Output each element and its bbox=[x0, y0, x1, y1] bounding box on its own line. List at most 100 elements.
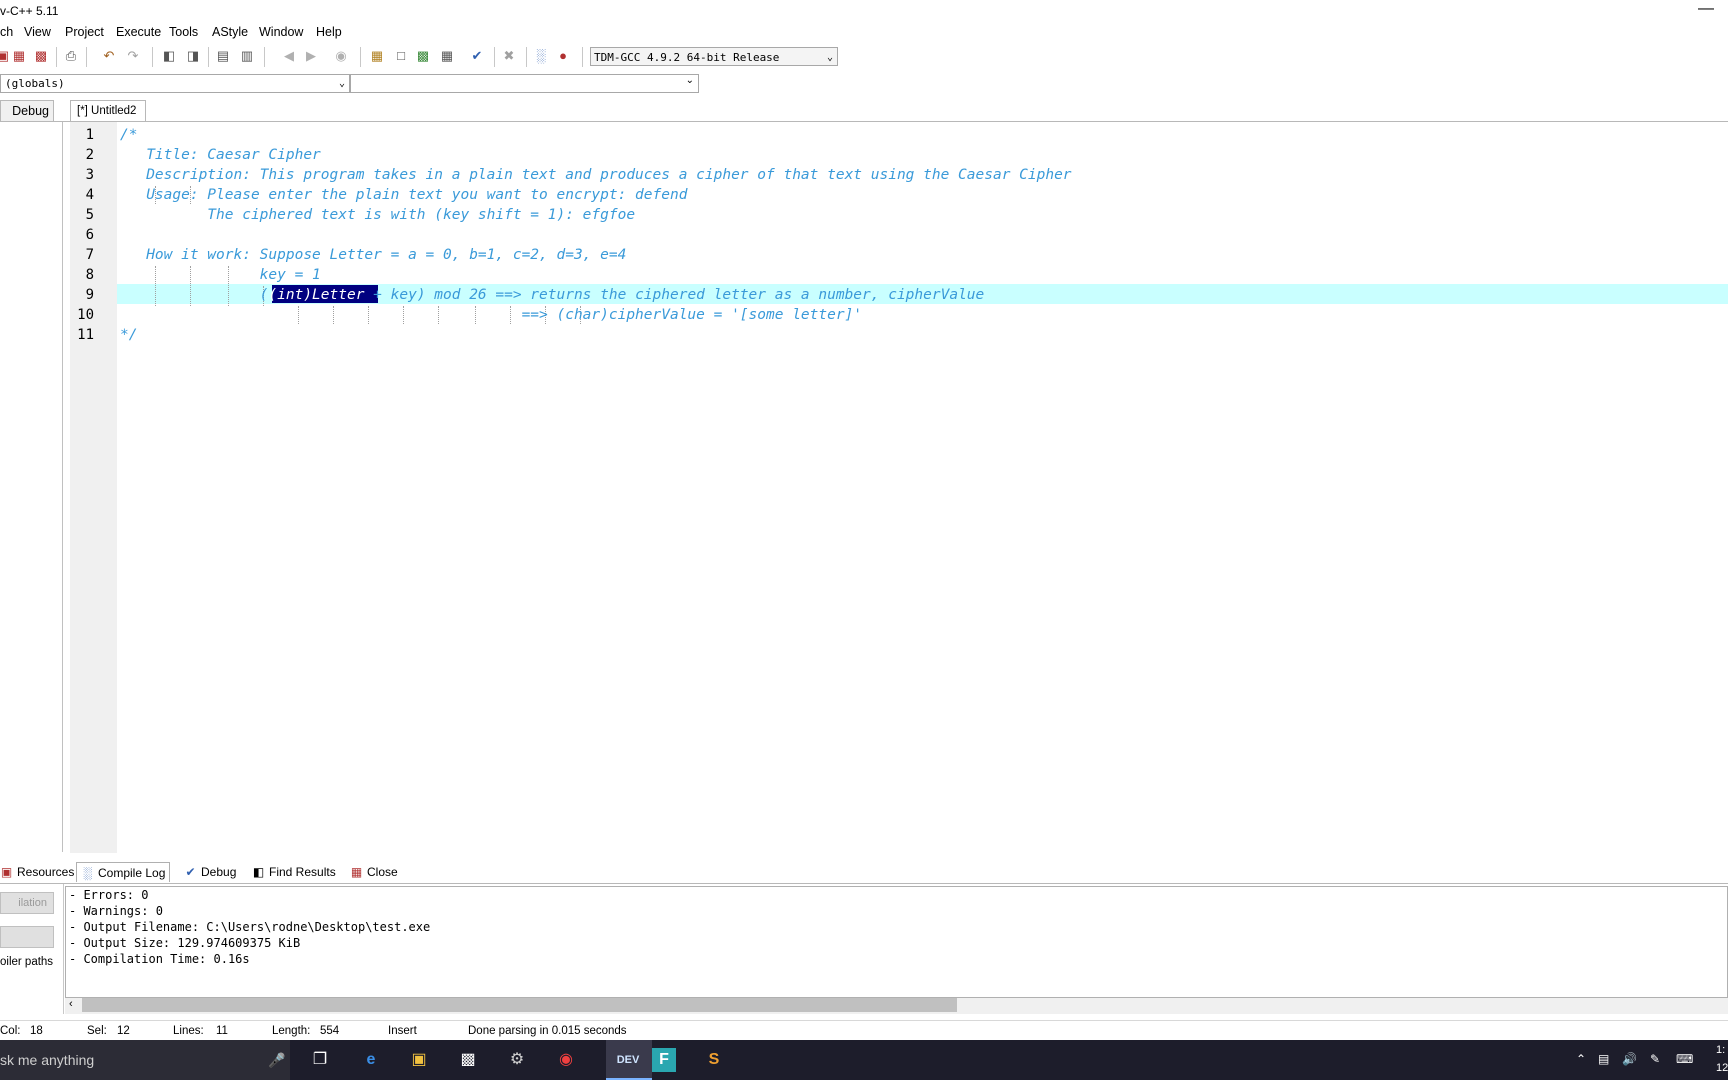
member-select[interactable]: ⌄ bbox=[350, 74, 699, 93]
status-lines-label: Lines: bbox=[173, 1025, 204, 1037]
indent-icon[interactable]: ▤ bbox=[214, 47, 232, 65]
compile-icon[interactable]: ▦ bbox=[368, 47, 386, 65]
menu-bar: ch View Project Execute Tools AStyle Win… bbox=[0, 22, 1728, 44]
code-line: How it work: Suppose Letter = a = 0, b=1… bbox=[120, 247, 627, 263]
profile-icon[interactable]: ░ bbox=[532, 47, 550, 65]
check-icon: ✔ bbox=[185, 865, 196, 879]
code-lines[interactable]: /* Title: Caesar Cipher Description: Thi… bbox=[120, 122, 1720, 362]
status-mode: Insert bbox=[388, 1025, 417, 1037]
print-icon[interactable]: ⎙ bbox=[62, 47, 80, 65]
volume-icon[interactable]: 🔊 bbox=[1622, 1052, 1637, 1066]
forward-icon[interactable]: ▶ bbox=[302, 47, 320, 65]
clock-time[interactable]: 1: bbox=[1716, 1044, 1725, 1056]
menu-project[interactable]: Project bbox=[65, 25, 104, 39]
toggle-bookmark-icon[interactable]: ◉ bbox=[332, 47, 350, 65]
line-number: 3 bbox=[85, 167, 94, 183]
taskbar-search[interactable]: sk me anything 🎤 bbox=[0, 1040, 290, 1080]
compile-run-icon[interactable]: ▩ bbox=[414, 47, 432, 65]
scrollbar-thumb[interactable] bbox=[82, 998, 957, 1012]
status-lines: 11 bbox=[216, 1025, 228, 1037]
menu-window[interactable]: Window bbox=[259, 25, 303, 39]
compilation-button[interactable]: ilation bbox=[0, 892, 54, 914]
save-all-icon[interactable]: ▩ bbox=[32, 47, 50, 65]
sublime-icon[interactable]: S bbox=[702, 1048, 726, 1072]
find-icon: ◧ bbox=[252, 865, 265, 879]
side-button[interactable] bbox=[0, 926, 54, 948]
menu-help[interactable]: Help bbox=[316, 25, 342, 39]
compiler-select[interactable]: TDM-GCC 4.9.2 64-bit Release ⌄ bbox=[590, 47, 838, 66]
rebuild-icon[interactable]: ▦ bbox=[438, 47, 456, 65]
unindent-icon[interactable]: ▥ bbox=[238, 47, 256, 65]
menu-tools[interactable]: Tools bbox=[169, 25, 198, 39]
bottom-panel-tabs: ▣ Resources ░ Compile Log ✔ Debug ◧ Find Res… bbox=[0, 860, 1728, 884]
menu-execute[interactable]: Execute bbox=[116, 25, 161, 39]
code-line: Title: Caesar Cipher bbox=[120, 147, 321, 163]
status-bar: Col: 18 Sel: 12 Lines: 11 Length: 554 In… bbox=[0, 1020, 1728, 1041]
find-icon[interactable]: ◧ bbox=[160, 47, 178, 65]
tab-debug-label: Debug bbox=[201, 865, 237, 879]
scope-select[interactable]: (globals) ⌄ bbox=[0, 74, 350, 93]
log-line: - Errors: 0 bbox=[69, 888, 149, 902]
debug-icon[interactable]: ● bbox=[554, 47, 572, 65]
line-number: 2 bbox=[85, 147, 94, 163]
scroll-left-icon[interactable]: ‹ bbox=[69, 998, 73, 1010]
undo-icon[interactable]: ↶ bbox=[100, 47, 118, 65]
replace-icon[interactable]: ◨ bbox=[184, 47, 202, 65]
compiler-paths-label: oiler paths bbox=[0, 956, 54, 968]
tab-find-results-label: Find Results bbox=[269, 865, 336, 879]
tab-close[interactable]: ▦ Close bbox=[350, 862, 398, 882]
status-length-label: Length: bbox=[272, 1025, 311, 1037]
line-number: 4 bbox=[85, 187, 94, 203]
code-line-current: ((int)Letter + key) mod 26 ==> returns t… bbox=[120, 287, 985, 303]
code-after-selection: + key) mod 26 ==> returns the ciphered l… bbox=[373, 287, 985, 303]
tab-find-results[interactable]: ◧ Find Results bbox=[252, 862, 336, 882]
devcpp-icon[interactable]: DEV bbox=[604, 1048, 652, 1072]
chevron-down-icon: ⌄ bbox=[685, 75, 694, 86]
log-line: - Output Filename: C:\Users\rodne\Deskto… bbox=[69, 920, 431, 934]
task-view-icon[interactable]: ❐ bbox=[308, 1048, 332, 1072]
menu-astyle[interactable]: AStyle bbox=[212, 25, 248, 39]
line-number: 11 bbox=[77, 327, 94, 343]
edge-icon[interactable]: e bbox=[359, 1048, 383, 1072]
tab-compile-log[interactable]: ░ Compile Log bbox=[76, 862, 171, 882]
bottom-divider bbox=[0, 883, 1728, 884]
code-line: */ bbox=[120, 327, 138, 343]
menu-search[interactable]: ch bbox=[0, 25, 13, 39]
chevron-down-icon: ⌄ bbox=[826, 52, 833, 63]
line-number: 10 bbox=[77, 307, 94, 323]
tab-debug[interactable]: Debug bbox=[0, 100, 54, 122]
syntax-check-icon[interactable]: ✔ bbox=[468, 47, 486, 65]
tab-resources[interactable]: ▣ Resources bbox=[0, 862, 75, 882]
pen-icon[interactable]: ✎ bbox=[1650, 1052, 1660, 1066]
chrome-icon[interactable]: ◉ bbox=[554, 1048, 578, 1072]
microphone-icon[interactable]: 🎤 bbox=[268, 1040, 285, 1080]
code-line: ==> (char)cipherValue = '[some letter]' bbox=[120, 307, 863, 323]
minimize-button[interactable]: — bbox=[1698, 0, 1714, 18]
file-explorer-icon[interactable]: ▣ bbox=[407, 1048, 431, 1072]
log-line: - Compilation Time: 0.16s bbox=[69, 952, 250, 966]
tab-debug-bottom[interactable]: ✔ Debug bbox=[184, 862, 236, 882]
code-line: key = 1 bbox=[120, 267, 321, 283]
app-icon[interactable]: ⚙ bbox=[505, 1048, 529, 1072]
title-bar: v-C++ 5.11 — bbox=[0, 0, 1728, 22]
line-number: 6 bbox=[85, 227, 94, 243]
menu-view[interactable]: View bbox=[24, 25, 51, 39]
network-icon[interactable]: ▤ bbox=[1598, 1052, 1609, 1066]
selected-text: (int)Letter bbox=[268, 287, 374, 303]
filezilla-icon[interactable]: F bbox=[652, 1048, 676, 1072]
tray-chevron-icon[interactable]: ⌃ bbox=[1576, 1052, 1586, 1066]
window-title: v-C++ 5.11 bbox=[0, 4, 59, 18]
close-icon: ▦ bbox=[350, 865, 363, 879]
run-icon[interactable]: □ bbox=[392, 47, 410, 65]
project-panel bbox=[0, 122, 63, 852]
compile-log-output[interactable]: - Errors: 0 - Warnings: 0 - Output Filen… bbox=[65, 886, 1728, 998]
redo-icon[interactable]: ↷ bbox=[124, 47, 142, 65]
line-number: 8 bbox=[85, 267, 94, 283]
save-icon[interactable]: ▦ bbox=[10, 47, 28, 65]
keyboard-icon[interactable]: ⌨ bbox=[1676, 1052, 1693, 1066]
store-icon[interactable]: ▩ bbox=[456, 1048, 480, 1072]
stop-icon[interactable]: ✖ bbox=[500, 47, 518, 65]
clock-date[interactable]: 12/ bbox=[1716, 1062, 1728, 1074]
back-icon[interactable]: ◀ bbox=[280, 47, 298, 65]
tab-untitled2[interactable]: [*] Untitled2 bbox=[70, 100, 146, 122]
